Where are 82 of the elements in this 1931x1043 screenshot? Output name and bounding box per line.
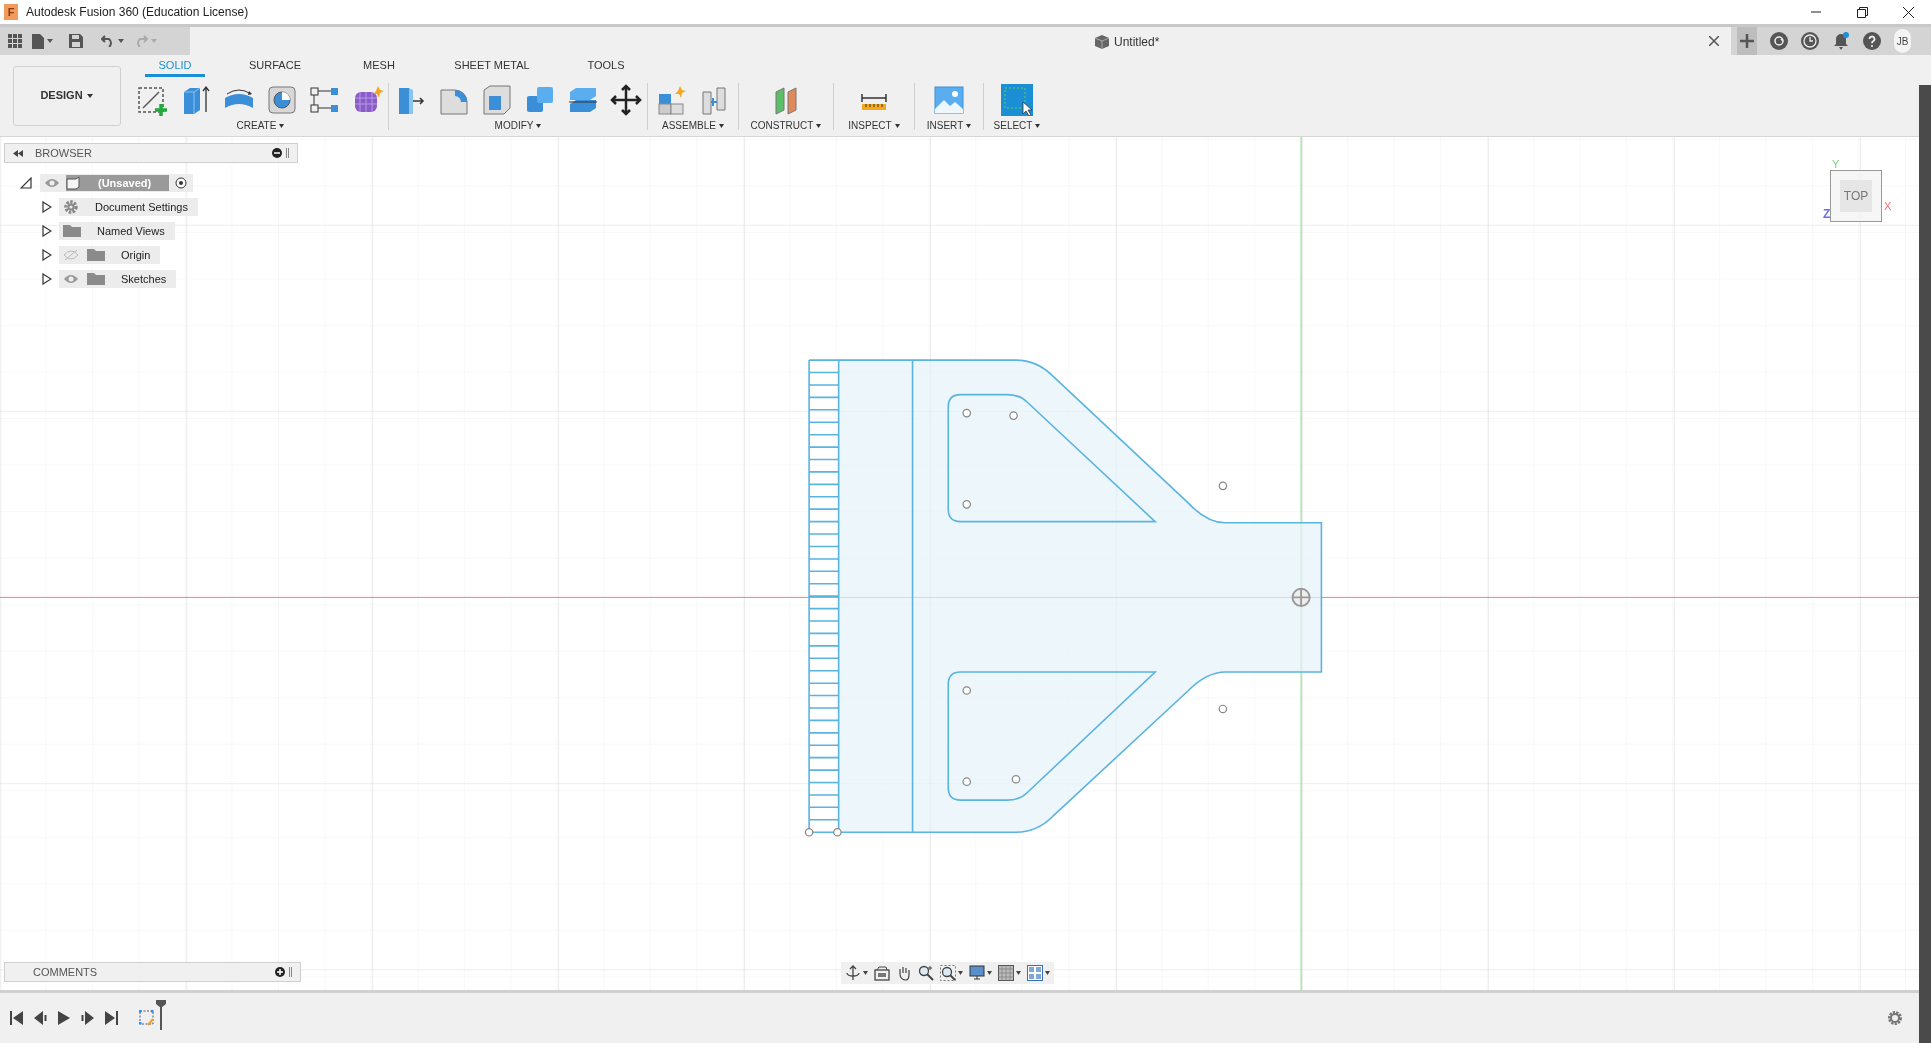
redo-icon — [134, 35, 148, 47]
workspace-dropdown[interactable]: DESIGN — [12, 65, 121, 126]
tree-item-label[interactable]: Document Settings — [95, 198, 188, 216]
fit-view-icon — [940, 965, 956, 981]
component-icon — [66, 176, 80, 190]
expand-triangle-icon[interactable] — [42, 201, 52, 213]
tool-group-menu[interactable]: CREATE — [236, 118, 285, 133]
browser-title: BROWSER — [35, 145, 92, 161]
caret-icon — [1016, 971, 1021, 975]
tree-item-label[interactable]: Origin — [121, 246, 151, 264]
tool-group-menu[interactable]: CONSTRUCT — [750, 118, 822, 133]
box-icon — [1095, 35, 1109, 49]
panel-grip[interactable] — [289, 967, 292, 977]
undo-button[interactable] — [101, 35, 124, 47]
new-tab-icon — [1739, 34, 1754, 48]
tool-group-menu[interactable]: INSPECT — [848, 118, 900, 133]
new-tab-button[interactable] — [1737, 27, 1757, 55]
tree-item-background[interactable]: Named Views — [59, 222, 175, 240]
folder-icon — [87, 249, 105, 261]
collapse-triangle-icon[interactable] — [20, 177, 32, 189]
panel-grip[interactable] — [286, 148, 289, 158]
toolbar-tab[interactable]: SURFACE — [225, 57, 325, 77]
caret-icon — [279, 123, 285, 128]
caret-icon — [816, 123, 822, 128]
document-tab[interactable]: Untitled* — [190, 27, 1731, 55]
close-icon[interactable] — [1902, 6, 1914, 18]
caret-icon — [987, 971, 992, 975]
tool-group-menu[interactable]: ASSEMBLE — [662, 118, 724, 133]
expand-triangle-icon[interactable] — [42, 225, 52, 237]
document-title: Untitled* — [1114, 34, 1160, 51]
caret-icon — [1035, 123, 1041, 128]
tool-group-menu[interactable]: MODIFY — [494, 118, 542, 133]
caret-icon — [536, 123, 542, 128]
expand-triangle-icon[interactable] — [42, 273, 52, 285]
tool-group-menu[interactable]: SELECT — [993, 118, 1041, 133]
grid-settings-button[interactable] — [998, 965, 1021, 981]
folder-icon — [63, 225, 81, 237]
tree-item-label[interactable]: Sketches — [121, 270, 167, 288]
caret-icon — [47, 39, 53, 43]
expand-triangle-icon[interactable] — [42, 249, 52, 261]
caret-icon — [118, 39, 124, 43]
origin-marker — [1291, 587, 1311, 607]
file-menu-button[interactable] — [32, 33, 53, 49]
viewports-button[interactable] — [1027, 965, 1050, 981]
caret-icon — [966, 123, 972, 128]
caret-icon — [863, 971, 868, 975]
caret-icon — [894, 123, 900, 128]
grid-settings-icon — [998, 965, 1014, 981]
restore-icon[interactable] — [1856, 6, 1868, 18]
file-menu-icon — [32, 33, 44, 49]
caret-icon — [958, 971, 963, 975]
gear-icon — [63, 199, 79, 215]
caret-icon — [86, 93, 93, 98]
caret-icon — [718, 123, 724, 128]
user-avatar[interactable]: JB — [1893, 29, 1911, 53]
orbit-icon — [845, 965, 861, 981]
orbit-button[interactable] — [845, 965, 868, 981]
display-settings-button[interactable] — [969, 965, 992, 981]
comments-title: COMMENTS — [33, 964, 98, 980]
fit-view-button[interactable] — [940, 965, 963, 981]
tool-group-menu[interactable]: INSERT — [926, 118, 972, 133]
viewports-icon — [1027, 965, 1043, 981]
axis-label: X — [1884, 199, 1892, 214]
toolbar-tab[interactable]: TOOLS — [571, 57, 641, 77]
toolbar-tab[interactable]: MESH — [345, 57, 413, 77]
tree-item-background[interactable]: Sketches — [59, 270, 177, 288]
toolbar-tab[interactable]: SHEET METAL — [433, 57, 551, 77]
axis-label: Z — [1823, 206, 1831, 223]
axis-label: Y — [1832, 157, 1840, 172]
radio-target-icon[interactable] — [175, 177, 188, 189]
tree-item-label[interactable]: Named Views — [97, 222, 165, 240]
view-cube-face[interactable]: TOP — [1840, 180, 1872, 212]
tree-item-background[interactable]: Origin — [59, 246, 161, 264]
view-cube[interactable]: TOP — [1830, 170, 1882, 222]
display-settings-icon — [969, 965, 985, 981]
caret-icon — [151, 39, 157, 43]
undo-icon — [101, 35, 115, 47]
tree-item-background[interactable]: Document Settings — [59, 198, 198, 216]
caret-icon — [1045, 971, 1050, 975]
app-logo: F — [4, 4, 18, 20]
window-title: Autodesk Fusion 360 (Education License) — [26, 4, 249, 21]
folder-icon — [87, 273, 105, 285]
